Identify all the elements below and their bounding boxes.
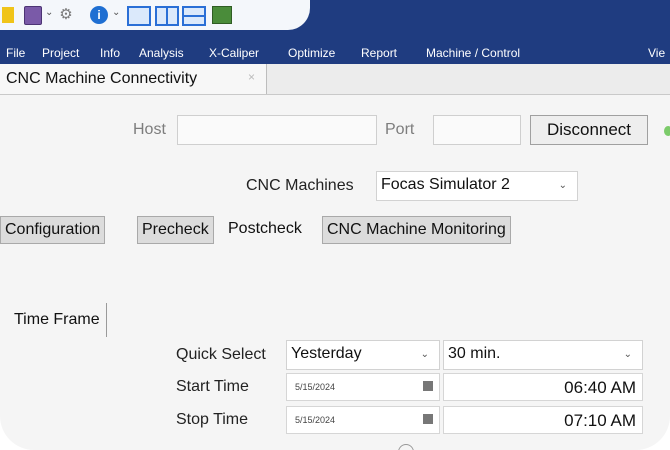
menu-info[interactable]: Info bbox=[100, 46, 120, 60]
tools-icon[interactable]: ⚙ bbox=[58, 6, 74, 24]
menu-report[interactable]: Report bbox=[361, 46, 397, 60]
menu-view[interactable]: Vie bbox=[648, 46, 665, 60]
start-time-input[interactable]: 06:40 AM bbox=[443, 373, 643, 401]
start-date-picker[interactable]: 5/15/2024 bbox=[286, 373, 440, 401]
close-icon[interactable]: × bbox=[248, 70, 255, 84]
document-tab-strip: CNC Machine Connectivity × bbox=[0, 64, 670, 95]
tab-configuration[interactable]: Configuration bbox=[0, 216, 106, 244]
cnc-machines-label: CNC Machines bbox=[246, 177, 354, 194]
disconnect-button[interactable]: Disconnect bbox=[530, 115, 648, 145]
stop-time-label: Stop Time bbox=[176, 411, 249, 428]
chevron-down-icon: ⌄ bbox=[623, 349, 632, 360]
cnc-machines-selected: Focas Simulator 2 bbox=[381, 176, 510, 193]
menu-optimize[interactable]: Optimize bbox=[288, 46, 335, 60]
calendar-icon[interactable] bbox=[423, 381, 433, 391]
interval-dropdown[interactable]: 30 min. ⌄ bbox=[443, 340, 643, 370]
port-label: Port bbox=[385, 121, 415, 138]
interval-value: 30 min. bbox=[448, 345, 501, 362]
chevron-down-icon[interactable]: ⌄ bbox=[45, 8, 53, 18]
calendar-icon[interactable] bbox=[423, 414, 433, 424]
tab-cnc-machine-monitoring[interactable]: CNC Machine Monitoring bbox=[322, 216, 511, 244]
app-window: ⌄ ⚙ i ⌄ File Project Info Analysis X-Cal… bbox=[0, 0, 670, 450]
single-pane-layout-icon[interactable] bbox=[127, 6, 151, 26]
menu-bar: File Project Info Analysis X-Caliper Opt… bbox=[0, 30, 670, 64]
menu-project[interactable]: Project bbox=[42, 46, 79, 60]
stop-date-picker[interactable]: 5/15/2024 bbox=[286, 406, 440, 434]
start-time-value: 06:40 AM bbox=[564, 378, 636, 397]
cnc-machines-select[interactable]: Focas Simulator 2 ⌄ bbox=[376, 171, 578, 201]
stop-time-input[interactable]: 07:10 AM bbox=[443, 406, 643, 434]
toolbar-icon-strip: ⌄ ⚙ i ⌄ bbox=[0, 0, 310, 30]
split-horizontal-layout-icon[interactable] bbox=[182, 6, 206, 26]
info-icon[interactable]: i bbox=[90, 6, 108, 24]
quick-access-toolbar: ⌄ ⚙ i ⌄ bbox=[0, 0, 670, 30]
chevron-down-icon[interactable]: ⌄ bbox=[112, 8, 120, 18]
stop-time-value: 07:10 AM bbox=[564, 411, 636, 430]
quick-access-icon[interactable] bbox=[2, 7, 14, 23]
start-date-value: 5/15/2024 bbox=[295, 382, 336, 392]
host-input[interactable] bbox=[177, 115, 377, 145]
connection-status-icon bbox=[664, 126, 670, 136]
tab-postcheck[interactable]: Postcheck bbox=[224, 216, 306, 244]
stop-date-value: 5/15/2024 bbox=[295, 415, 336, 425]
menu-machine-control[interactable]: Machine / Control bbox=[426, 46, 520, 60]
menu-analysis[interactable]: Analysis bbox=[139, 46, 184, 60]
image-icon[interactable] bbox=[212, 6, 232, 24]
chevron-down-icon: ⌄ bbox=[558, 180, 567, 191]
document-tab-label: CNC Machine Connectivity bbox=[6, 70, 198, 87]
host-label: Host bbox=[133, 121, 166, 138]
chevron-down-icon: ⌄ bbox=[420, 349, 429, 360]
tab-precheck[interactable]: Precheck bbox=[137, 216, 214, 244]
document-tab-cnc-connectivity[interactable]: CNC Machine Connectivity × bbox=[0, 64, 267, 94]
port-input[interactable] bbox=[433, 115, 521, 145]
menu-x-caliper[interactable]: X-Caliper bbox=[209, 46, 259, 60]
quick-select-value: Yesterday bbox=[291, 345, 362, 362]
split-vertical-layout-icon[interactable] bbox=[155, 6, 179, 26]
time-frame-tab[interactable]: Time Frame bbox=[14, 303, 107, 337]
menu-file[interactable]: File bbox=[6, 46, 25, 60]
quick-select-dropdown[interactable]: Yesterday ⌄ bbox=[286, 340, 440, 370]
quick-select-label: Quick Select bbox=[176, 346, 266, 363]
start-time-label: Start Time bbox=[176, 378, 249, 395]
document-icon[interactable] bbox=[24, 6, 42, 25]
radio-button[interactable] bbox=[398, 444, 414, 450]
